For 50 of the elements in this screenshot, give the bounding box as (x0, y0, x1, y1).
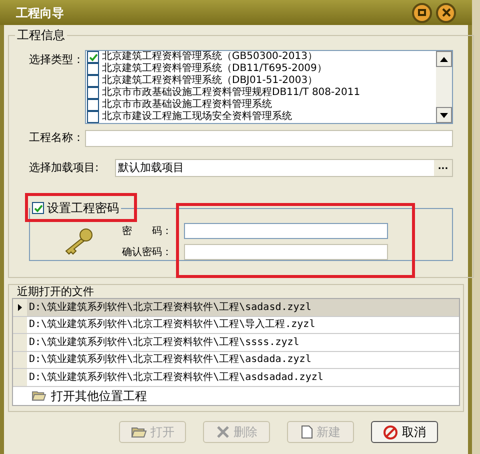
checkbox[interactable] (87, 63, 99, 75)
list-item[interactable]: 北京市市政基础设施工程资料管理系统 (102, 99, 272, 111)
confirm-password-field[interactable] (184, 244, 388, 260)
folder-icon (130, 425, 146, 439)
close-button[interactable] (436, 2, 456, 22)
file-path: D:\筑业建筑系列软件\北京工程资料软件\工程\导入工程.zyzl (28, 318, 316, 332)
checkbox[interactable] (87, 87, 99, 99)
password-checkbox[interactable] (32, 202, 44, 214)
file-path: D:\筑业建筑系列软件\北京工程资料软件\工程\ssss.zyzl (28, 336, 300, 350)
checkbox[interactable] (87, 75, 99, 87)
file-row[interactable]: D:\筑业建筑系列软件\北京工程资料软件\工程\asdada.zyzl (13, 352, 459, 369)
up-arrow-icon (440, 56, 448, 62)
file-path: D:\筑业建筑系列软件\北京工程资料软件\工程\sadasd.zyzl (28, 300, 312, 315)
file-row[interactable]: D:\筑业建筑系列软件\北京工程资料软件\工程\导入工程.zyzl (13, 316, 459, 334)
checkbox[interactable] (87, 99, 99, 111)
scrollbar[interactable] (436, 51, 452, 123)
password-field[interactable] (184, 223, 388, 239)
cancel-icon (383, 424, 398, 440)
list-item[interactable]: 北京市市政基础设施工程资料管理规程DB11/T 808-2011 (102, 87, 360, 99)
document-icon (300, 425, 312, 439)
close-icon (442, 8, 450, 17)
folder-icon (31, 389, 47, 402)
field-label: 选择加载项目: (29, 160, 100, 176)
checkbox-label: 设置工程密码 (47, 200, 119, 217)
cancel-button[interactable]: 取消 (371, 421, 438, 443)
field-label: 选择类型： (29, 52, 85, 68)
list-item[interactable]: 北京建筑工程资料管理系统（DB11/T695-2009） (102, 63, 327, 75)
field-label: 工程名称： (29, 130, 85, 146)
checkbox[interactable] (87, 111, 99, 123)
list-item[interactable]: 北京市建设工程施工现场安全资料管理系统 (102, 111, 292, 123)
file-path: D:\筑业建筑系列软件\北京工程资料软件\工程\asdsadad.zyzl (28, 370, 324, 385)
file-row[interactable]: D:\筑业建筑系列软件\北京工程资料软件\工程\asdsadad.zyzl (13, 369, 459, 386)
field-label: 确认密码： (122, 246, 173, 260)
list-item[interactable]: 北京建筑工程资料管理系统（DBJ01-51-2003） (102, 75, 318, 87)
project-name-field[interactable] (85, 130, 453, 147)
file-row[interactable]: D:\筑业建筑系列软件\北京工程资料软件\工程\ssss.zyzl (13, 334, 459, 352)
load-item-field[interactable]: 默认加载项目 ... (115, 159, 453, 177)
down-arrow-icon (440, 112, 448, 118)
window-title: 工程向导 (16, 4, 65, 22)
row-pointer-icon (18, 304, 22, 311)
x-icon (216, 425, 230, 439)
maximize-icon (418, 9, 426, 16)
file-row[interactable]: D:\筑业建筑系列软件\北京工程资料软件\工程\sadasd.zyzl (13, 299, 459, 316)
group-title: 工程信息 (16, 27, 66, 44)
file-path: D:\筑业建筑系列软件\北京工程资料软件\工程\asdada.zyzl (28, 352, 312, 368)
checkbox[interactable] (87, 51, 99, 63)
open-other-link[interactable]: 打开其他位置工程 (51, 386, 147, 404)
field-label: 密 码： (122, 224, 173, 238)
maximize-button[interactable] (412, 2, 432, 22)
group-title: 近期打开的文件 (16, 285, 95, 298)
